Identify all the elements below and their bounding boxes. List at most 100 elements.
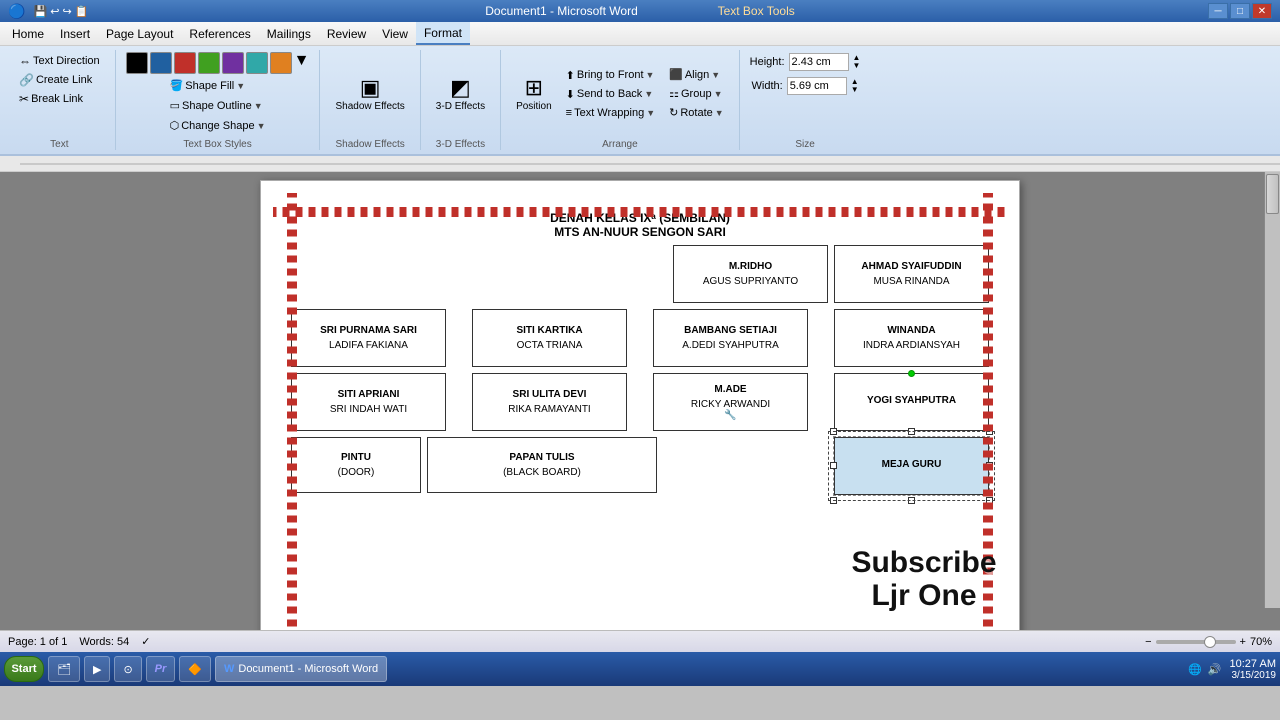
shape-outline-button[interactable]: ▭ Shape Outline ▼: [165, 96, 271, 115]
group-icon: ⚏: [669, 87, 679, 100]
text-wrapping-arrow[interactable]: ▼: [646, 108, 655, 118]
color-black[interactable]: [126, 52, 148, 74]
seat-ahmad-syaifuddin: AHMAD SYAIFUDDIN MUSA RINANDA: [834, 245, 989, 303]
clock: 10:27 AM 3/15/2019: [1230, 658, 1276, 681]
handle-tl[interactable]: [830, 428, 837, 435]
change-shape-button[interactable]: ⬡ Change Shape ▼: [165, 116, 271, 135]
word-taskbar-btn[interactable]: W Document1 - Microsoft Word: [215, 656, 387, 682]
position-icon: ⊞: [525, 75, 543, 101]
text-wrapping-button[interactable]: ≡ Text Wrapping ▼: [561, 105, 660, 121]
subscribe-line2: Ljr One: [871, 579, 976, 612]
styles-expand-icon[interactable]: ▼: [294, 52, 310, 74]
vertical-scrollbar[interactable]: [1264, 172, 1280, 608]
seat-winanda: WINANDA INDRA ARDIANSYAH: [834, 309, 989, 367]
height-input[interactable]: [789, 53, 849, 71]
rotate-button[interactable]: ↻ Rotate ▼: [664, 104, 729, 121]
menu-review[interactable]: Review: [319, 22, 374, 45]
create-link-button[interactable]: 🔗 Create Link: [14, 71, 97, 89]
status-right: − + 70%: [1145, 636, 1272, 648]
position-label: Position: [516, 101, 552, 112]
menu-page-layout[interactable]: Page Layout: [98, 22, 181, 45]
handle-br[interactable]: [986, 497, 993, 504]
shape-fill-button[interactable]: 🪣 Shape Fill ▼: [165, 76, 271, 95]
break-link-icon: ✂: [19, 92, 29, 106]
system-icons: 🌐 🔊: [1188, 663, 1221, 676]
handle-tc[interactable]: [908, 428, 915, 435]
start-button[interactable]: Start: [4, 656, 44, 682]
send-to-back-button[interactable]: ⬇ Send to Back ▼: [561, 86, 660, 103]
text-direction-button[interactable]: ⇔ Text Direction: [14, 52, 105, 70]
minimize-button[interactable]: ─: [1208, 3, 1228, 19]
size-group-label: Size: [795, 139, 814, 150]
maximize-button[interactable]: □: [1230, 3, 1250, 19]
handle-bc[interactable]: [908, 497, 915, 504]
3d-effects-button[interactable]: ◩ 3-D Effects: [431, 72, 490, 115]
close-button[interactable]: ✕: [1252, 3, 1272, 19]
height-down-arrow[interactable]: ▼: [853, 62, 861, 70]
zoom-slider[interactable]: [1156, 640, 1236, 644]
width-down-arrow[interactable]: ▼: [851, 86, 859, 94]
menu-insert[interactable]: Insert: [52, 22, 98, 45]
textbox-styles-content: ▼ 🪣 Shape Fill ▼ ▭ Shape Outline ▼: [124, 50, 312, 137]
shadow-group-label: Shadow Effects: [335, 139, 404, 150]
seat-sri-purnama: SRI PURNAMA SARI LADIFA FAKIANA: [291, 309, 446, 367]
group-arrow[interactable]: ▼: [714, 89, 723, 99]
rotate-arrow[interactable]: ▼: [715, 108, 724, 118]
handle-mr[interactable]: [986, 462, 993, 469]
vlc-btn[interactable]: 🔶: [179, 656, 211, 682]
color-orange[interactable]: [270, 52, 292, 74]
meja-guru-box[interactable]: MEJA GURU: [834, 437, 989, 495]
document-area: DENAH KELAS IXᵃ (SEMBILAN) MTS AN-NUUR S…: [0, 172, 1280, 630]
menu-mailings[interactable]: Mailings: [259, 22, 319, 45]
ribbon-textbox-styles-group: ▼ 🪣 Shape Fill ▼ ▭ Shape Outline ▼: [120, 50, 321, 150]
zoom-in-button[interactable]: +: [1240, 636, 1246, 648]
title-bar-right: ─ □ ✕: [1208, 3, 1272, 19]
send-back-arrow[interactable]: ▼: [644, 89, 653, 99]
menu-view[interactable]: View: [374, 22, 416, 45]
color-teal[interactable]: [246, 52, 268, 74]
shadow-effects-button[interactable]: ▣ Shadow Effects: [330, 72, 409, 115]
width-input[interactable]: [787, 77, 847, 95]
shape-fill-label: Shape Fill: [185, 80, 234, 92]
color-blue[interactable]: [150, 52, 172, 74]
color-green[interactable]: [198, 52, 220, 74]
file-explorer-btn[interactable]: 🗂: [48, 656, 80, 682]
align-arrow[interactable]: ▼: [711, 70, 720, 80]
title-bar-left: 🔵 💾 ↩ ↪ 📋: [8, 3, 88, 20]
wmp-btn[interactable]: ▶: [84, 656, 110, 682]
bring-front-arrow[interactable]: ▼: [646, 70, 655, 80]
shape-outline-dropdown-arrow[interactable]: ▼: [254, 101, 263, 111]
handle-bl[interactable]: [830, 497, 837, 504]
status-bar: Page: 1 of 1 Words: 54 ✓ − + 70%: [0, 630, 1280, 652]
menu-references[interactable]: References: [181, 22, 258, 45]
quick-access: 💾 ↩ ↪ 📋: [33, 5, 88, 18]
align-button[interactable]: ⬛ Align ▼: [664, 66, 729, 83]
position-button[interactable]: ⊞ Position: [511, 72, 557, 115]
change-shape-label: Change Shape: [181, 120, 254, 132]
menu-home[interactable]: Home: [4, 22, 52, 45]
shape-fill-dropdown-arrow[interactable]: ▼: [236, 81, 245, 91]
width-row: Width: ▲ ▼: [752, 77, 859, 95]
handle-tr[interactable]: [986, 428, 993, 435]
rotate-handle[interactable]: [908, 370, 915, 377]
spell-check-icon[interactable]: ✓: [141, 635, 150, 648]
handle-ml[interactable]: [830, 462, 837, 469]
menu-format[interactable]: Format: [416, 22, 470, 45]
title-line2: MTS AN-NUUR SENGON SARI: [291, 225, 989, 239]
zoom-thumb[interactable]: [1204, 636, 1216, 648]
word-doc-label: Document1 - Microsoft Word: [238, 663, 378, 675]
premiere-btn[interactable]: Pr: [146, 656, 176, 682]
scroll-thumb[interactable]: [1266, 174, 1279, 214]
create-link-label: Create Link: [36, 74, 92, 86]
tool-title: Text Box Tools: [718, 4, 795, 18]
bring-to-front-button[interactable]: ⬆ Bring to Front ▼: [561, 67, 660, 84]
seat-sri-ulita: SRI ULITA DEVI RIKA RAMAYANTI: [472, 373, 627, 431]
size-group-content: Height: ▲ ▼ Width: ▲ ▼: [748, 50, 863, 137]
zoom-out-button[interactable]: −: [1145, 636, 1151, 648]
color-purple[interactable]: [222, 52, 244, 74]
change-shape-dropdown-arrow[interactable]: ▼: [257, 121, 266, 131]
group-button[interactable]: ⚏ Group ▼: [664, 85, 729, 102]
chrome-btn[interactable]: ⊙: [114, 656, 141, 682]
break-link-button[interactable]: ✂ Break Link: [14, 90, 88, 108]
color-red[interactable]: [174, 52, 196, 74]
